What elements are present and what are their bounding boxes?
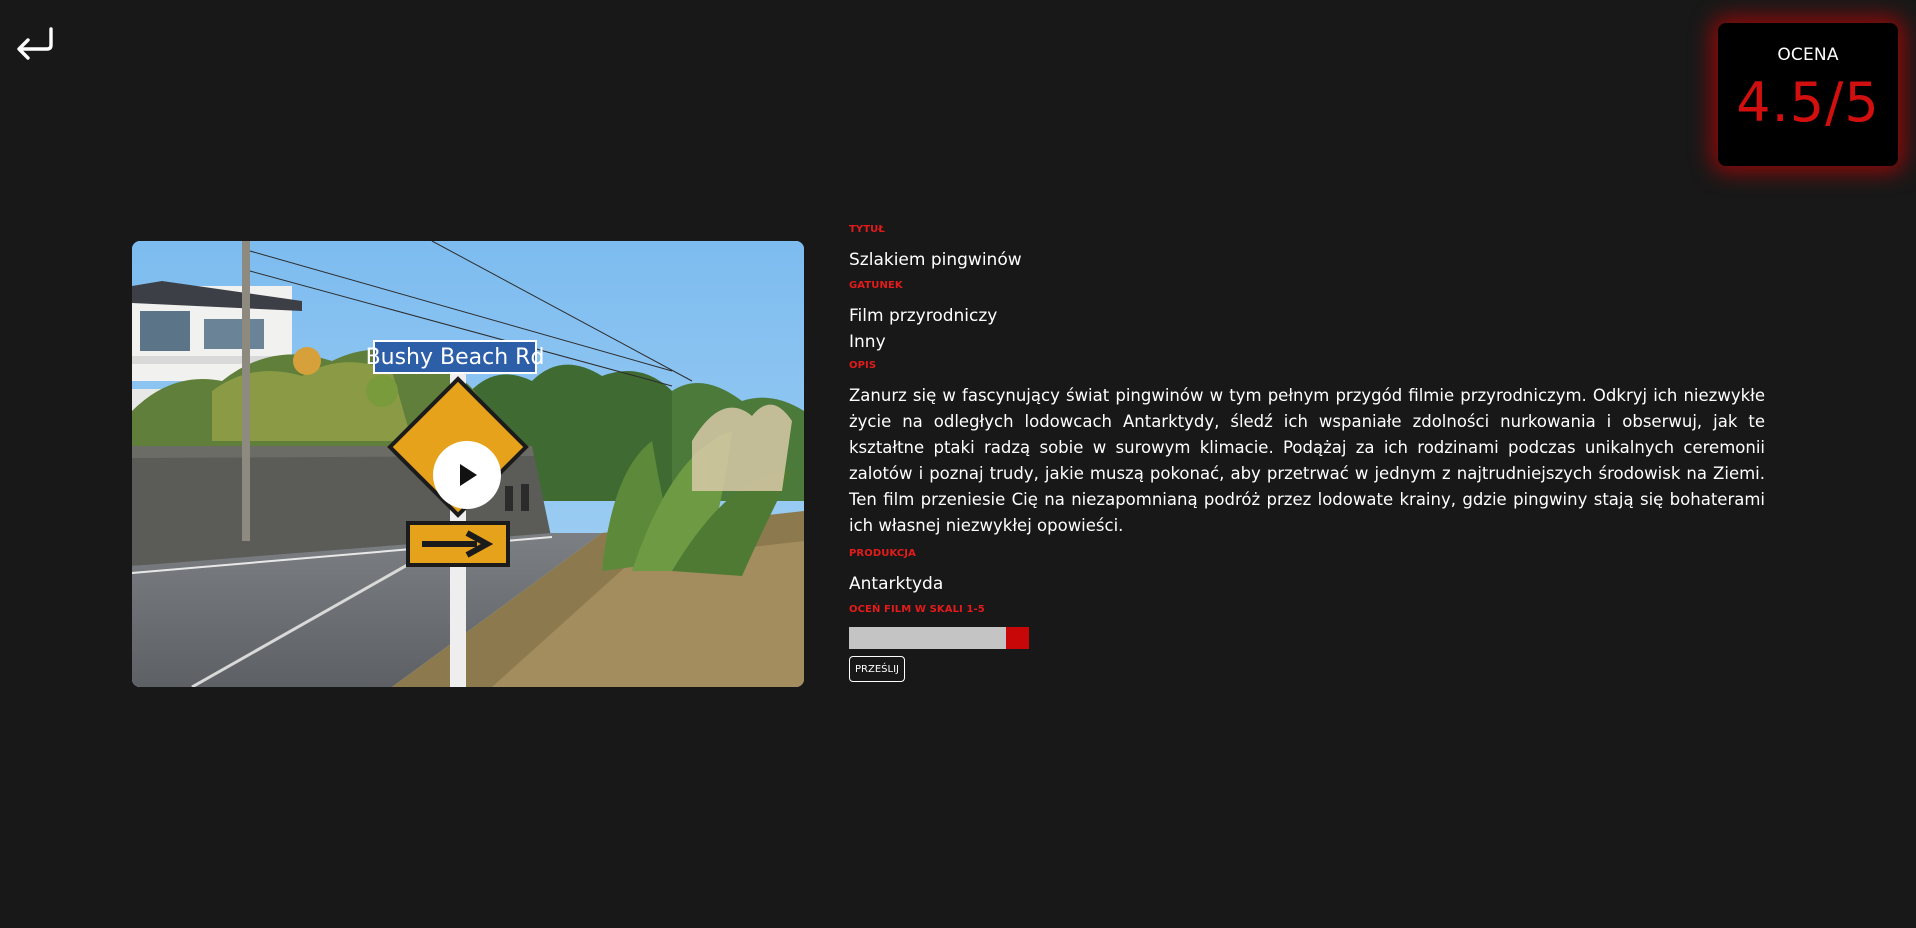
movie-description: Zanurz się w fascynujący świat pingwinów… <box>849 386 1765 535</box>
genre-label: GATUNEK <box>849 280 903 291</box>
rating-label: OCENA <box>1777 45 1839 65</box>
rating-slider-thumb[interactable] <box>1006 627 1029 649</box>
return-arrow-icon <box>17 27 53 60</box>
rating-box: OCENA 4.5/5 <box>1718 23 1898 166</box>
submit-rating-button[interactable]: PRZEŚLIJ <box>849 656 905 682</box>
description-label: OPIS <box>849 360 877 371</box>
movie-details-page: OCENA 4.5/5 Bushy Beach Rd TYTUŁ Szlakie… <box>0 0 1916 928</box>
movie-production: Antarktyda <box>849 574 944 594</box>
movie-info: TYTUŁ Szlakiem pingwinów GATUNEK Film pr… <box>849 223 1765 682</box>
title-label: TYTUŁ <box>849 224 885 235</box>
video-thumbnail[interactable]: Bushy Beach Rd <box>132 241 804 687</box>
rating-slider[interactable] <box>849 627 1029 649</box>
genre-list: Film przyrodniczy Inny <box>849 303 1765 355</box>
genre-item: Inny <box>849 332 886 352</box>
rating-slider-track <box>849 627 1006 649</box>
rate-film-label: OCEŃ FILM W SKALI 1-5 <box>849 604 985 615</box>
play-button[interactable] <box>433 441 501 509</box>
genre-item: Film przyrodniczy <box>849 306 998 326</box>
back-button[interactable] <box>8 16 62 70</box>
production-label: PRODUKCJA <box>849 548 916 559</box>
movie-title: Szlakiem pingwinów <box>849 250 1022 270</box>
street-sign-text: Bushy Beach Rd <box>366 345 545 370</box>
rating-value: 4.5/5 <box>1736 71 1880 134</box>
play-icon <box>460 464 477 486</box>
